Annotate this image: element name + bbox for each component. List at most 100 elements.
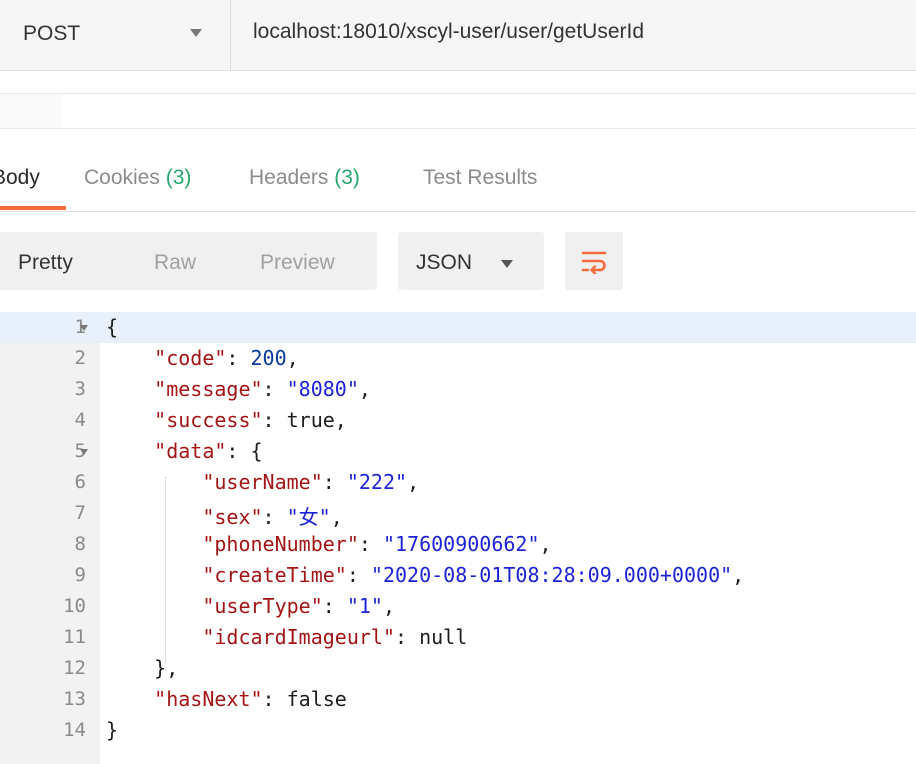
code-text: "idcardImageurl": null <box>106 625 467 649</box>
json-punctuation <box>106 377 154 401</box>
line-number: 7 <box>74 502 86 524</box>
code-line: 6 "userName": "222", <box>0 467 916 498</box>
code-line: 4 "success": true, <box>0 405 916 436</box>
code-line: 5 "data": { <box>0 436 916 467</box>
json-punctuation: }, <box>106 656 179 680</box>
code-text: }, <box>106 656 178 680</box>
code-line: 8 "phoneNumber": "17600900662", <box>0 529 916 560</box>
tab-headers-label: Headers <box>249 166 329 189</box>
json-punctuation: : <box>358 532 383 556</box>
code-line: 12 }, <box>0 653 916 684</box>
json-punctuation: : <box>262 377 287 401</box>
view-pretty-button[interactable]: Pretty <box>18 251 73 275</box>
code-line: 1{ <box>0 312 916 343</box>
tab-test-results-label: Test Results <box>423 166 538 189</box>
code-line: 9 "createTime": "2020-08-01T08:28:09.000… <box>0 560 916 591</box>
code-text: "userName": "222", <box>106 470 419 494</box>
json-punctuation: , <box>539 532 552 556</box>
line-number: 13 <box>63 688 86 710</box>
json-punctuation <box>106 687 154 711</box>
code-line: 3 "message": "8080", <box>0 374 916 405</box>
json-punctuation <box>106 408 154 432</box>
json-string: "女" <box>286 505 331 529</box>
tab-cookies[interactable]: Cookies (3) <box>84 166 191 190</box>
json-number: 200 <box>250 346 287 370</box>
response-body-editor[interactable]: 1{2 "code": 200, 3 "message": "8080", 4 "s… <box>0 312 916 764</box>
format-label: JSON <box>416 251 473 274</box>
json-punctuation: , <box>382 594 396 618</box>
wrap-lines-button[interactable] <box>565 232 623 290</box>
json-punctuation: , <box>358 377 371 401</box>
view-raw-button[interactable]: Raw <box>154 251 196 275</box>
json-punctuation <box>106 470 202 494</box>
json-key: "data" <box>154 439 227 463</box>
json-string: "17600900662" <box>382 532 540 556</box>
json-punctuation <box>106 594 202 618</box>
json-punctuation: , <box>286 346 299 370</box>
json-key: "userType" <box>202 594 323 618</box>
json-punctuation <box>106 563 202 587</box>
url-input[interactable]: localhost:18010/xscyl-user/user/getUserI… <box>253 20 644 44</box>
json-punctuation: , <box>407 470 420 494</box>
params-strip <box>0 93 916 129</box>
code-text: "success": true, <box>106 408 347 432</box>
fold-toggle-icon[interactable] <box>80 449 88 455</box>
line-number: 14 <box>63 719 86 741</box>
code-text: "code": 200, <box>106 346 299 370</box>
line-number: 11 <box>63 626 86 648</box>
json-punctuation: } <box>106 718 119 742</box>
json-string: "2020-08-01T08:28:09.000+0000" <box>370 563 733 587</box>
json-key: "success" <box>154 408 263 432</box>
json-punctuation: : <box>322 470 347 494</box>
line-number: 6 <box>74 471 86 493</box>
line-number: 3 <box>74 378 86 400</box>
chevron-down-icon <box>190 29 202 37</box>
line-number: 2 <box>74 347 86 369</box>
format-select[interactable]: JSON <box>398 232 544 290</box>
fold-toggle-icon[interactable] <box>80 325 88 331</box>
code-line: 14} <box>0 715 916 746</box>
code-line: 11 "idcardImageurl": null <box>0 622 916 653</box>
json-punctuation <box>106 505 202 529</box>
line-number: 9 <box>74 564 86 586</box>
json-punctuation: : <box>346 563 371 587</box>
json-string: "8080" <box>286 377 359 401</box>
json-key: "code" <box>154 346 227 370</box>
json-punctuation: : false <box>262 687 347 711</box>
params-field[interactable] <box>62 94 916 128</box>
json-punctuation: : true, <box>262 408 347 432</box>
tab-headers[interactable]: Headers (3) <box>249 166 360 190</box>
view-mode-group: Pretty Raw Preview <box>0 232 377 290</box>
code-text: "createTime": "2020-08-01T08:28:09.000+0… <box>106 563 744 587</box>
line-number: 10 <box>63 595 86 617</box>
code-text: } <box>106 718 118 742</box>
json-key: "userName" <box>202 470 323 494</box>
code-text: "hasNext": false <box>106 687 347 711</box>
json-key: "message" <box>154 377 263 401</box>
code-text: "message": "8080", <box>106 377 371 401</box>
view-preview-button[interactable]: Preview <box>260 251 335 275</box>
code-line: 13 "hasNext": false <box>0 684 916 715</box>
json-punctuation <box>106 625 202 649</box>
tab-body[interactable]: Body <box>0 166 40 190</box>
code-line: 7 "sex": "女", <box>0 498 916 529</box>
json-string: "222" <box>346 470 408 494</box>
json-key: "phoneNumber" <box>202 532 359 556</box>
json-key: "sex" <box>202 505 263 529</box>
code-text: "userType": "1", <box>106 594 395 618</box>
line-number: 8 <box>74 533 86 555</box>
tab-test-results[interactable]: Test Results <box>423 166 537 190</box>
json-punctuation <box>106 346 154 370</box>
request-bar: POST localhost:18010/xscyl-user/user/get… <box>0 0 916 71</box>
json-punctuation: : <box>226 346 251 370</box>
json-punctuation: : <box>262 505 287 529</box>
line-number: 12 <box>63 657 86 679</box>
response-tabs: Body Cookies (3) Headers (3) Test Result… <box>0 155 916 212</box>
tab-cookies-label: Cookies <box>84 166 160 189</box>
code-text: "sex": "女", <box>106 501 342 530</box>
json-punctuation: : <box>322 594 347 618</box>
json-punctuation: , <box>732 563 745 587</box>
tab-body-label: Body <box>0 166 40 189</box>
wrap-lines-icon <box>581 251 607 274</box>
method-select[interactable]: POST <box>0 0 231 70</box>
